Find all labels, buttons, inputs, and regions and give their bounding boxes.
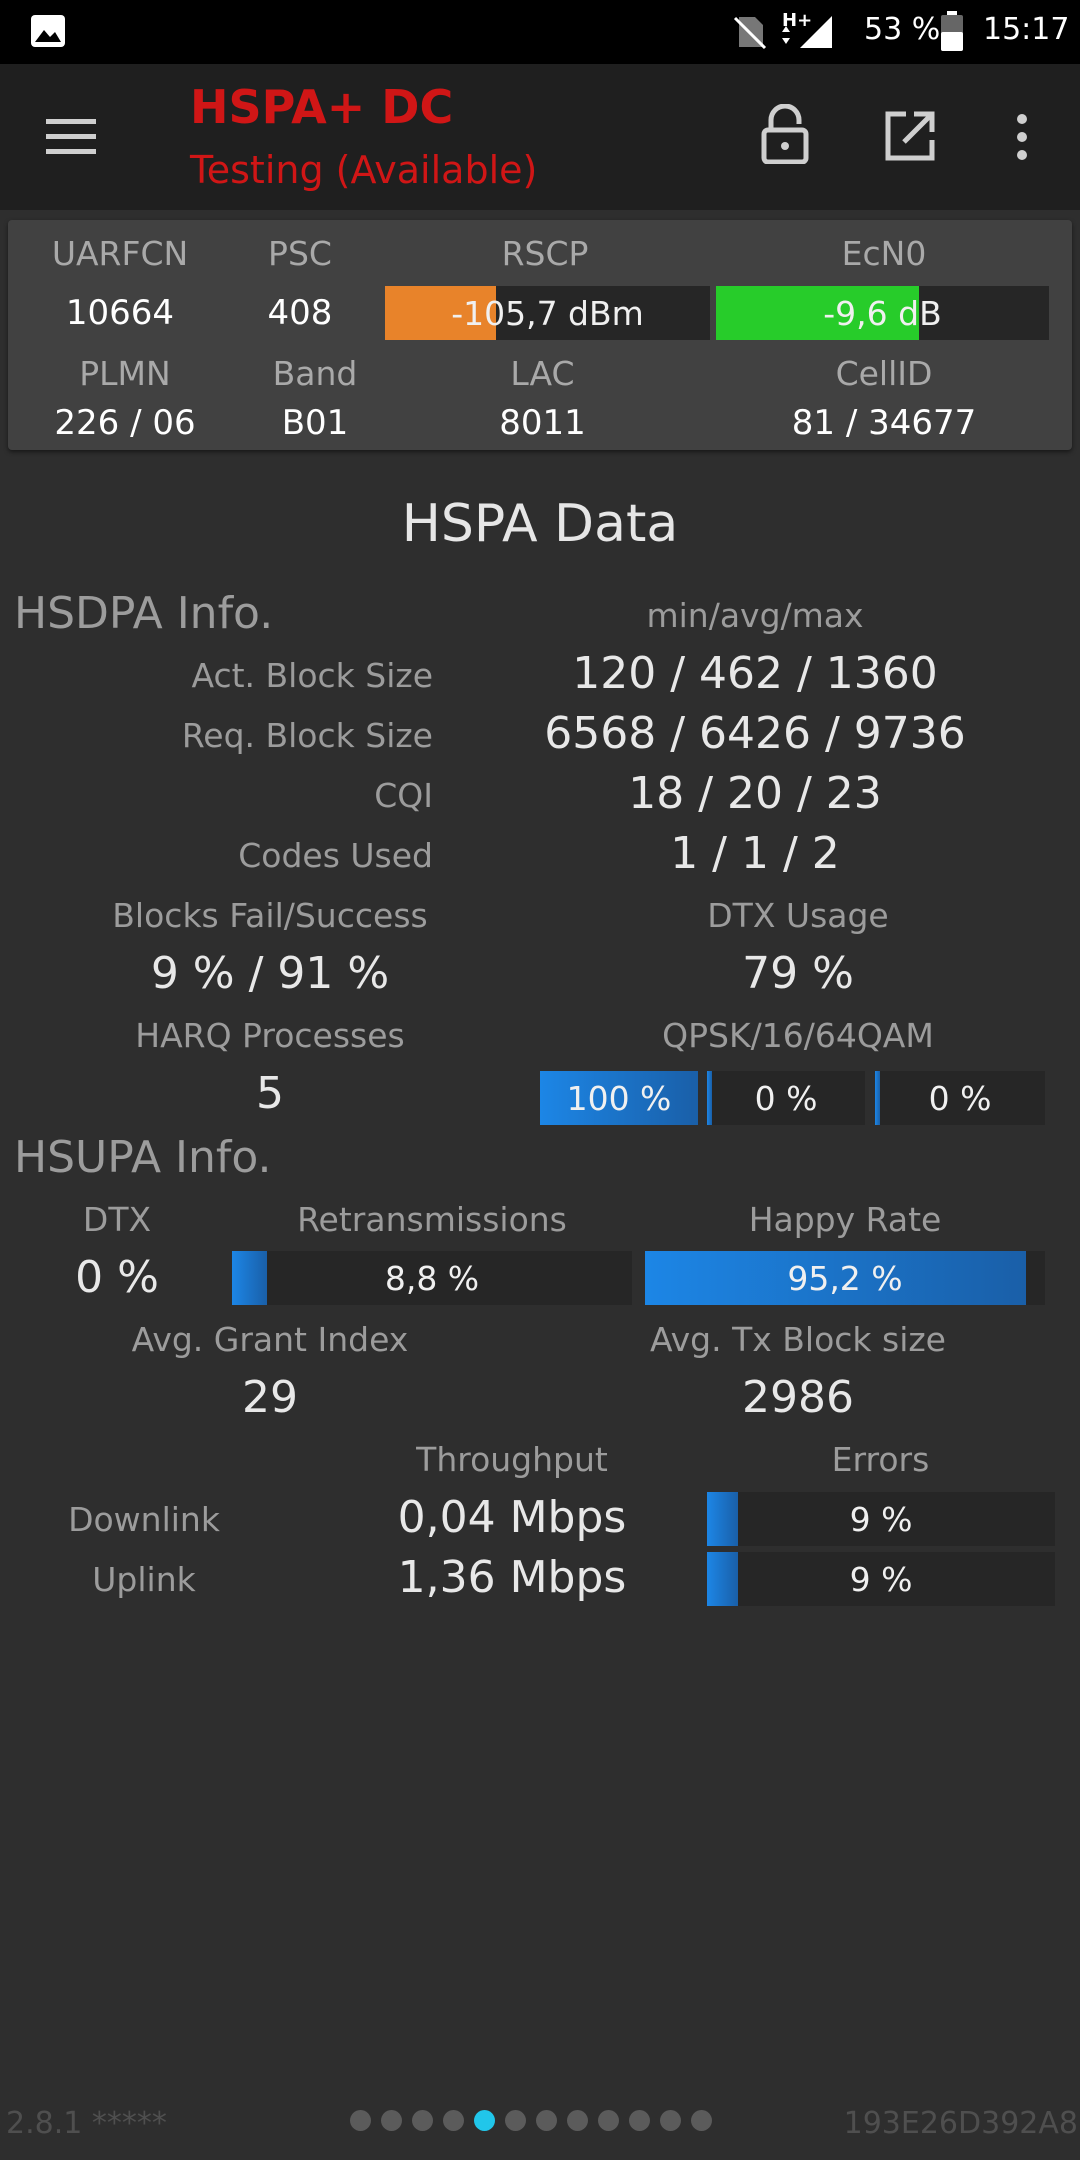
psc-value: 408 bbox=[267, 293, 333, 333]
page-dot[interactable] bbox=[567, 2110, 588, 2131]
qam64-value: 0 % bbox=[928, 1078, 992, 1118]
page-dot[interactable] bbox=[443, 2110, 464, 2131]
uplink-errors-bar: 9 % bbox=[707, 1552, 1055, 1606]
uplink-throughput-value: 1,36 Mbps bbox=[397, 1552, 627, 1603]
dtx-usage-value: 79 % bbox=[742, 948, 854, 999]
qam-label: QPSK/16/64QAM bbox=[662, 1016, 934, 1055]
min-avg-max-label: min/avg/max bbox=[646, 596, 864, 635]
retransmissions-label: Retransmissions bbox=[297, 1200, 567, 1239]
retransmissions-bar: 8,8 % bbox=[232, 1251, 632, 1305]
ecn0-bar: -9,6 dB bbox=[716, 286, 1049, 340]
cellid-value: 81 / 34677 bbox=[791, 403, 977, 443]
avg-grant-index-value: 29 bbox=[242, 1372, 298, 1423]
qam64-bar: 0 % bbox=[875, 1071, 1045, 1125]
avg-tx-block-size-label: Avg. Tx Block size bbox=[649, 1320, 946, 1359]
hsdpa-section-title: HSDPA Info. bbox=[14, 588, 274, 639]
page-dot[interactable] bbox=[350, 2110, 371, 2131]
req-block-size-label: Req. Block Size bbox=[181, 716, 433, 755]
uplink-errors-value: 9 % bbox=[849, 1559, 913, 1599]
psc-label: PSC bbox=[268, 234, 332, 273]
cellid-label: CellID bbox=[835, 354, 933, 393]
band-value: B01 bbox=[281, 403, 349, 443]
qam16-bar: 0 % bbox=[707, 1071, 865, 1125]
no-sim-icon bbox=[733, 16, 767, 50]
page-dot[interactable] bbox=[691, 2110, 712, 2131]
more-options-icon[interactable] bbox=[1010, 112, 1034, 162]
harq-processes-label: HARQ Processes bbox=[135, 1016, 405, 1055]
lac-label: LAC bbox=[510, 354, 575, 393]
page-dot[interactable] bbox=[629, 2110, 650, 2131]
clock: 15:17 bbox=[983, 12, 1070, 47]
app-bar: HSPA+ DC Testing (Available) bbox=[0, 64, 1080, 210]
page-indicator[interactable] bbox=[350, 2110, 730, 2138]
happy-rate-value: 95,2 % bbox=[787, 1258, 903, 1298]
qam16-value: 0 % bbox=[754, 1078, 818, 1118]
qpsk-bar: 100 % bbox=[540, 1071, 698, 1125]
rscp-bar: -105,7 dBm bbox=[385, 286, 710, 340]
downlink-errors-value: 9 % bbox=[849, 1499, 913, 1539]
page-dot-active[interactable] bbox=[474, 2110, 495, 2131]
unlock-icon[interactable] bbox=[760, 104, 810, 164]
hsupa-section-title: HSUPA Info. bbox=[14, 1132, 272, 1183]
qpsk-value: 100 % bbox=[566, 1078, 672, 1118]
req-block-size-value: 6568 / 6426 / 9736 bbox=[544, 708, 966, 759]
harq-processes-value: 5 bbox=[256, 1068, 284, 1119]
uarfcn-value: 10664 bbox=[65, 293, 175, 333]
device-id-label: 193E26D392A8 bbox=[843, 2106, 1078, 2141]
codes-used-value: 1 / 1 / 2 bbox=[670, 828, 840, 879]
app-title: HSPA+ DC bbox=[190, 80, 454, 134]
errors-label: Errors bbox=[831, 1440, 930, 1479]
dtx-usage-label: DTX Usage bbox=[707, 896, 889, 935]
uarfcn-label: UARFCN bbox=[51, 234, 189, 273]
page-dot[interactable] bbox=[412, 2110, 433, 2131]
page-title: HSPA Data bbox=[401, 494, 679, 554]
menu-icon[interactable] bbox=[46, 116, 98, 156]
downlink-throughput-value: 0,04 Mbps bbox=[397, 1492, 627, 1543]
app-subtitle: Testing (Available) bbox=[190, 148, 538, 192]
band-label: Band bbox=[272, 354, 358, 393]
gallery-notification-icon bbox=[31, 15, 65, 47]
hsupa-dtx-label: DTX bbox=[82, 1200, 152, 1239]
throughput-label: Throughput bbox=[416, 1440, 608, 1479]
codes-used-label: Codes Used bbox=[238, 836, 433, 875]
lac-value: 8011 bbox=[499, 403, 586, 443]
blocks-fail-success-label: Blocks Fail/Success bbox=[112, 896, 428, 935]
downlink-errors-bar: 9 % bbox=[707, 1492, 1055, 1546]
rscp-value: -105,7 dBm bbox=[451, 293, 644, 333]
page-dot[interactable] bbox=[536, 2110, 557, 2131]
page-dot[interactable] bbox=[381, 2110, 402, 2131]
happy-rate-label: Happy Rate bbox=[748, 1200, 942, 1239]
signal-strength-icon bbox=[782, 16, 832, 48]
uplink-label: Uplink bbox=[92, 1560, 196, 1599]
cqi-label: CQI bbox=[374, 776, 433, 815]
happy-rate-bar: 95,2 % bbox=[645, 1251, 1045, 1305]
page-dot[interactable] bbox=[598, 2110, 619, 2131]
battery-percent: 53 % bbox=[864, 12, 941, 47]
page-dot[interactable] bbox=[505, 2110, 526, 2131]
blocks-fail-success-value: 9 % / 91 % bbox=[150, 948, 390, 999]
status-bar: H+ 53 % 15:17 bbox=[0, 0, 1080, 64]
plmn-label: PLMN bbox=[79, 354, 171, 393]
ecn0-value: -9,6 dB bbox=[823, 293, 942, 333]
open-external-icon[interactable] bbox=[884, 110, 936, 162]
page-dot[interactable] bbox=[660, 2110, 681, 2131]
retransmissions-value: 8,8 % bbox=[384, 1258, 480, 1298]
act-block-size-value: 120 / 462 / 1360 bbox=[572, 648, 938, 699]
avg-tx-block-size-value: 2986 bbox=[742, 1372, 854, 1423]
ecn0-label: EcN0 bbox=[841, 234, 927, 273]
act-block-size-label: Act. Block Size bbox=[191, 656, 433, 695]
hsupa-dtx-value: 0 % bbox=[75, 1252, 159, 1303]
cqi-value: 18 / 20 / 23 bbox=[628, 768, 882, 819]
rscp-label: RSCP bbox=[501, 234, 589, 273]
plmn-value: 226 / 06 bbox=[54, 403, 196, 443]
version-label: 2.8.1 ***** bbox=[6, 2106, 167, 2141]
battery-icon bbox=[941, 11, 963, 51]
downlink-label: Downlink bbox=[68, 1500, 220, 1539]
avg-grant-index-label: Avg. Grant Index bbox=[131, 1320, 409, 1359]
